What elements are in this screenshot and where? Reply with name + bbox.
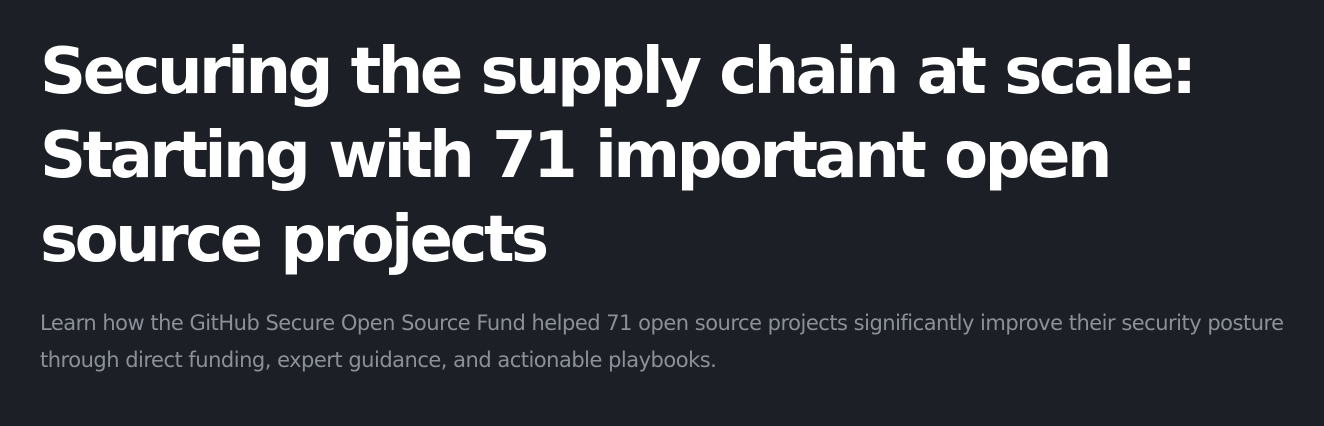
article-title: Securing the supply chain at scale: Star… bbox=[40, 30, 1310, 282]
article-title-line-1: Securing the supply chain at scale: bbox=[40, 35, 1197, 109]
article-title-line-3: source projects bbox=[40, 203, 549, 277]
article-title-line-2: Starting with 71 important open bbox=[40, 119, 1112, 193]
article-hero: Securing the supply chain at scale: Star… bbox=[0, 0, 1324, 426]
article-summary: Learn how the GitHub Secure Open Source … bbox=[40, 311, 1284, 372]
